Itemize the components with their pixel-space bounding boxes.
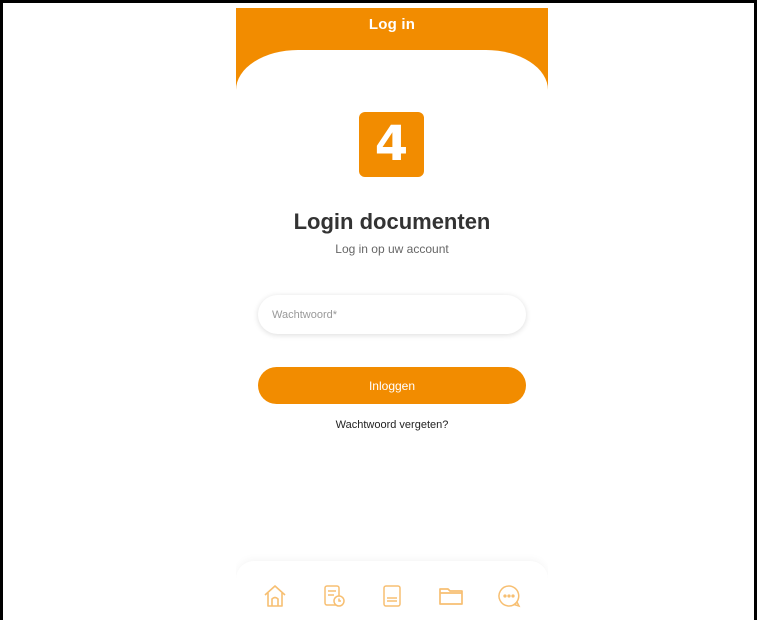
page-subtitle: Log in op uw account <box>335 242 449 256</box>
forgot-password-link[interactable]: Wachtwoord vergeten? <box>236 419 548 431</box>
document-icon[interactable] <box>379 583 405 609</box>
page-title: Login documenten <box>293 209 491 234</box>
password-field[interactable] <box>258 295 526 334</box>
chat-icon[interactable] <box>496 583 522 609</box>
home-icon[interactable] <box>262 583 288 609</box>
document-clock-icon[interactable] <box>321 583 347 609</box>
app-logo: 4 <box>359 112 424 177</box>
bottom-navigation <box>236 561 548 620</box>
app-screen: Log in 4 Login documenten Log in op uw a… <box>236 8 548 620</box>
login-button[interactable]: Inloggen <box>258 367 526 404</box>
header-title: Log in <box>368 16 416 33</box>
folder-icon[interactable] <box>438 583 464 609</box>
